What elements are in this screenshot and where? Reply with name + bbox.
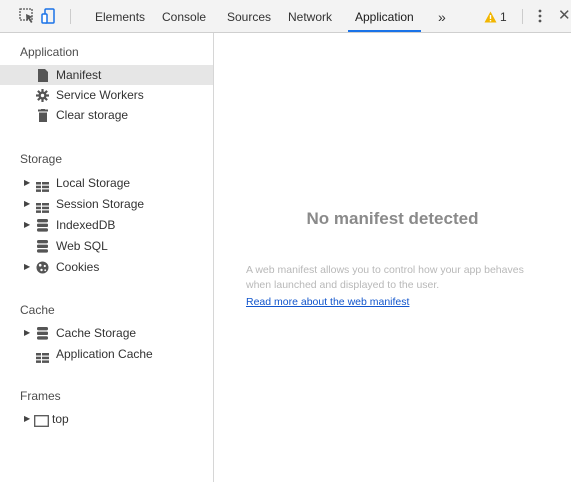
cookie-icon bbox=[36, 260, 49, 280]
sidebar-item-web-sql[interactable]: Web SQL bbox=[0, 236, 213, 256]
tab-application[interactable]: Application bbox=[355, 0, 414, 32]
section-title-application: Application bbox=[20, 45, 79, 59]
warnings-counter[interactable]: 1 bbox=[484, 0, 507, 32]
grid-icon bbox=[36, 349, 49, 369]
tab-sources[interactable]: Sources bbox=[227, 0, 271, 32]
sidebar-item-label: Local Storage bbox=[56, 176, 131, 190]
sidebar-item-label: IndexedDB bbox=[56, 218, 116, 232]
active-tab-indicator bbox=[348, 30, 421, 32]
tab-elements[interactable]: Elements bbox=[95, 0, 145, 32]
sidebar-item-label: Manifest bbox=[56, 68, 102, 82]
sidebar-item-cookies[interactable]: ▶ Cookies bbox=[0, 257, 213, 277]
expand-arrow-icon[interactable]: ▶ bbox=[24, 215, 30, 235]
devtools-toolbar: Elements Console Sources Network Applica… bbox=[0, 0, 571, 33]
expand-arrow-icon[interactable]: ▶ bbox=[24, 323, 30, 343]
warning-icon bbox=[484, 11, 497, 23]
frame-icon bbox=[34, 413, 49, 433]
sidebar-item-label: Session Storage bbox=[56, 197, 145, 211]
sidebar-item-label: Clear storage bbox=[56, 108, 129, 122]
kebab-menu-icon[interactable] bbox=[538, 9, 542, 28]
close-icon[interactable]: ✕ bbox=[558, 8, 571, 24]
tab-network[interactable]: Network bbox=[288, 0, 332, 32]
sidebar-item-application-cache[interactable]: Application Cache bbox=[0, 344, 213, 364]
sidebar-item-label: Web SQL bbox=[56, 239, 108, 253]
sidebar-item-label: top bbox=[52, 412, 69, 426]
sidebar-item-label: Cache Storage bbox=[56, 326, 137, 340]
expand-arrow-icon[interactable]: ▶ bbox=[24, 409, 30, 429]
manifest-panel: No manifest detected A web manifest allo… bbox=[214, 33, 571, 482]
expand-arrow-icon[interactable]: ▶ bbox=[24, 173, 30, 193]
sidebar-item-manifest[interactable]: Manifest bbox=[0, 65, 213, 85]
sidebar-item-cache-storage[interactable]: ▶ Cache Storage bbox=[0, 323, 213, 343]
expand-arrow-icon[interactable]: ▶ bbox=[24, 257, 30, 277]
device-toolbar-icon[interactable] bbox=[40, 7, 58, 25]
sidebar-item-session-storage[interactable]: ▶ Session Storage bbox=[0, 194, 213, 214]
sidebar-item-indexeddb[interactable]: ▶ IndexedDB bbox=[0, 215, 213, 235]
empty-state-title: No manifest detected bbox=[306, 209, 479, 228]
sidebar-item-clear-storage[interactable]: Clear storage bbox=[0, 105, 213, 125]
database-icon bbox=[37, 239, 48, 259]
section-title-cache: Cache bbox=[20, 303, 55, 317]
toolbar-separator bbox=[522, 9, 523, 24]
warning-count: 1 bbox=[500, 10, 507, 24]
sidebar-item-label: Service Workers bbox=[56, 88, 144, 102]
sidebar-item-local-storage[interactable]: ▶ Local Storage bbox=[0, 173, 213, 193]
sidebar-item-service-workers[interactable]: Service Workers bbox=[0, 85, 213, 105]
section-title-frames: Frames bbox=[20, 389, 61, 403]
more-tabs-button[interactable]: » bbox=[438, 0, 446, 32]
database-icon bbox=[37, 326, 48, 346]
sidebar-item-label: Cookies bbox=[56, 260, 100, 274]
inspect-element-icon[interactable] bbox=[18, 7, 36, 25]
sidebar-item-frame-top[interactable]: ▶ top bbox=[0, 409, 213, 429]
toolbar-separator bbox=[70, 9, 71, 24]
trash-icon bbox=[38, 108, 48, 128]
empty-state-description: A web manifest allows you to control how… bbox=[246, 264, 524, 291]
tab-console[interactable]: Console bbox=[162, 0, 206, 32]
application-sidebar: Application Manifest Service Workers Cle… bbox=[0, 33, 214, 482]
section-title-storage: Storage bbox=[20, 152, 63, 166]
learn-more-link[interactable]: Read more about the web manifest bbox=[246, 296, 409, 308]
sidebar-item-label: Application Cache bbox=[56, 347, 153, 361]
expand-arrow-icon[interactable]: ▶ bbox=[24, 194, 30, 214]
database-icon bbox=[37, 218, 48, 238]
